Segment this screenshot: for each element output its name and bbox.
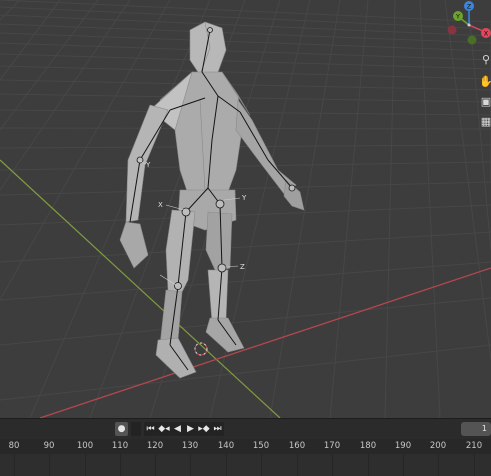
track-gridline [155, 454, 156, 476]
track-gridline [261, 454, 262, 476]
tick-label: 110 [111, 441, 129, 451]
tick-label: 130 [181, 441, 199, 451]
track-gridline [49, 454, 50, 476]
prev-keyframe-button[interactable]: ◆◂ [157, 422, 171, 436]
svg-text:X: X [158, 201, 163, 209]
tick-label: 100 [76, 441, 94, 451]
jump-to-end-button[interactable]: ⏭ [211, 422, 224, 436]
tick-label: 160 [288, 441, 306, 451]
track-gridline [14, 454, 15, 476]
tick-label: 200 [429, 441, 447, 451]
svg-text:Z: Z [240, 263, 245, 271]
tick-label: 150 [252, 441, 270, 451]
tick-label: 80 [8, 441, 20, 451]
floor-grid [0, 0, 491, 418]
svg-text:Y: Y [145, 161, 151, 169]
svg-text:Y: Y [241, 194, 247, 202]
pan-hand-icon[interactable]: ✋ [478, 74, 491, 90]
playback-controls: ● ⏮ ◆◂ ◀ ▶ ▸◆ ⏭ 1 [0, 419, 491, 439]
track-gridline [120, 454, 121, 476]
gizmo-neg-x-icon[interactable] [447, 25, 457, 35]
3d-viewport[interactable]: X Y Z Y Z X Y ⚲ ✋ ▣ ▦ [0, 0, 491, 418]
tick-label: 190 [394, 441, 412, 451]
grid-view-icon[interactable]: ▦ [478, 114, 491, 130]
track-gridline [85, 454, 86, 476]
play-reverse-button[interactable]: ◀ [171, 422, 184, 436]
keyframe-record-button[interactable]: ● [115, 422, 128, 436]
timeline-track-area[interactable] [0, 454, 491, 476]
navigation-gizmo[interactable]: Z X Y [440, 0, 491, 48]
track-gridline [297, 454, 298, 476]
keyframe-options-icon[interactable] [131, 422, 141, 436]
tick-label: 170 [323, 441, 341, 451]
zoom-icon[interactable]: ⚲ [478, 52, 491, 68]
camera-icon[interactable]: ▣ [478, 94, 491, 110]
track-gridline [403, 454, 404, 476]
track-gridline [226, 454, 227, 476]
tick-label: 210 [465, 441, 483, 451]
track-gridline [332, 454, 333, 476]
current-frame-field[interactable]: 1 [461, 422, 491, 436]
jump-to-start-button[interactable]: ⏮ [144, 422, 157, 436]
tick-label: 180 [359, 441, 377, 451]
next-keyframe-button[interactable]: ▸◆ [197, 422, 211, 436]
track-gridline [190, 454, 191, 476]
svg-text:Y: Y [455, 13, 460, 21]
viewport-scene: X Y Z Y [0, 0, 491, 418]
svg-text:Z: Z [467, 3, 472, 11]
character-mesh[interactable] [119, 21, 305, 379]
tick-label: 90 [43, 441, 55, 451]
tick-label: 140 [217, 441, 235, 451]
timeline-editor[interactable]: ● ⏮ ◆◂ ◀ ▶ ▸◆ ⏭ 1 80 90 100 110 120 130 … [0, 418, 491, 476]
x-axis-line [39, 267, 491, 418]
tick-label: 120 [146, 441, 164, 451]
svg-text:X: X [484, 30, 489, 38]
gizmo-neg-y-icon[interactable] [467, 35, 477, 45]
track-gridline [368, 454, 369, 476]
play-button[interactable]: ▶ [184, 422, 197, 436]
track-gridline [474, 454, 475, 476]
track-gridline [438, 454, 439, 476]
frame-ruler[interactable]: 80 90 100 110 120 130 140 150 160 170 18… [0, 439, 491, 454]
